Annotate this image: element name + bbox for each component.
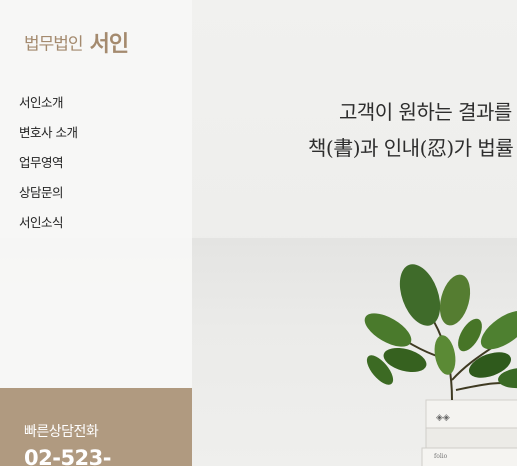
plant-image: ◈◈ folio — [364, 264, 517, 466]
hero-headline-line2: 책(書)과 인내(忍)가 법률 — [308, 136, 514, 160]
nav-item-about[interactable]: 서인소개 — [19, 94, 77, 124]
nav-item-lawyers[interactable]: 변호사 소개 — [19, 124, 78, 154]
logo-name: 서인 — [89, 31, 129, 57]
sidebar: 법무법인 서인 서인소개 변호사 소개 업무영역 상담문의 서인소식 빠른상담전… — [0, 0, 192, 470]
nav-item-practice-areas[interactable]: 업무영역 — [19, 154, 77, 184]
quick-contact-label: 빠른상담전화 — [24, 424, 99, 440]
quick-contact-phone[interactable]: 02-523- — [24, 446, 112, 470]
book-label: folio — [434, 453, 448, 460]
main-nav: 서인소개 변호사 소개 업무영역 상담문의 서인소식 — [19, 94, 78, 244]
nav-item-news[interactable]: 서인소식 — [19, 214, 77, 244]
svg-text:◈◈: ◈◈ — [436, 413, 450, 423]
quick-contact-box[interactable]: 빠른상담전화 02-523- — [0, 388, 192, 470]
book-stack: ◈◈ folio — [421, 399, 517, 466]
hero-headline-line1: 고객이 원하는 결과를 — [339, 100, 512, 124]
logo[interactable]: 법무법인 서인 — [24, 26, 129, 58]
nav-item-consultation[interactable]: 상담문의 — [19, 184, 77, 214]
logo-prefix: 법무법인 — [24, 34, 84, 55]
